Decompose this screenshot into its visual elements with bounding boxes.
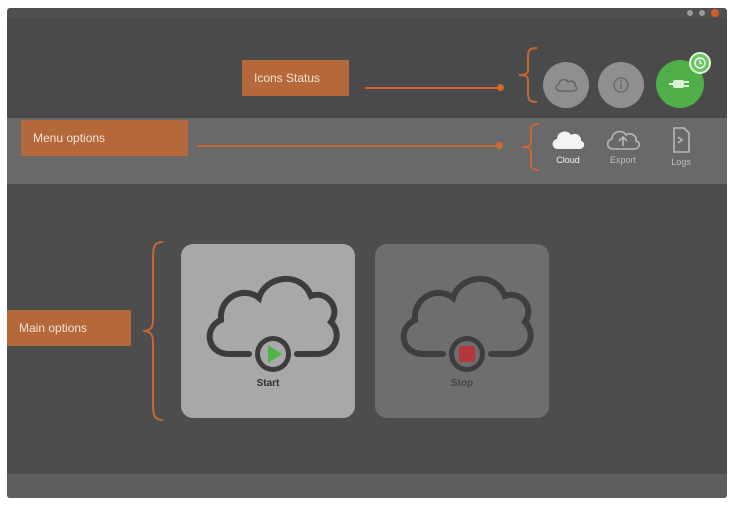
plug-icon — [669, 80, 689, 88]
callout-arrow — [197, 145, 499, 147]
menu-item-logs[interactable]: Logs — [661, 126, 701, 182]
callout-arrow-head — [496, 142, 503, 149]
cloud-status-icon — [555, 78, 578, 92]
stop-label: Stop — [450, 378, 474, 389]
cloud-upload-icon — [606, 130, 640, 150]
start-button[interactable]: Start — [181, 244, 355, 418]
document-icon — [673, 127, 690, 153]
callout-menu-options: Menu options — [21, 120, 188, 156]
callout-main-options: Main options — [7, 310, 131, 346]
clock-icon — [694, 57, 706, 69]
footer-bar — [7, 474, 727, 498]
menu-item-label: Export — [609, 155, 636, 165]
menu-item-export[interactable]: Export — [603, 126, 643, 182]
info-status-icon — [613, 77, 629, 93]
main-area: Main options Start Stop — [7, 184, 727, 474]
menu-brace — [521, 123, 540, 171]
maximize-button[interactable] — [699, 10, 705, 16]
cloud-start-icon — [206, 276, 340, 372]
title-bar — [7, 8, 727, 18]
start-label: Start — [256, 378, 280, 389]
callout-menu-options-label: Menu options — [33, 131, 106, 145]
callout-arrow-head — [497, 84, 504, 91]
callout-icons-status-label: Icons Status — [254, 71, 321, 85]
cloud-stop-icon — [400, 276, 534, 372]
app-window: Icons Status Menu options Cloud Export L… — [7, 8, 727, 498]
minimize-button[interactable] — [687, 10, 693, 16]
menu-bar: Menu options Cloud Export Logs — [7, 118, 727, 184]
stop-button[interactable]: Stop — [375, 244, 549, 418]
callout-icons-status: Icons Status — [242, 60, 349, 96]
menu-item-label: Cloud — [556, 155, 580, 165]
notification-badge — [689, 52, 711, 74]
close-button[interactable] — [711, 9, 719, 17]
callout-arrow — [365, 87, 500, 89]
cloud-icon — [552, 131, 585, 149]
menu-item-label: Logs — [671, 157, 691, 167]
info-status-indicator[interactable] — [598, 62, 644, 108]
status-bar: Icons Status — [7, 18, 727, 118]
status-brace — [518, 47, 538, 103]
main-brace — [142, 241, 164, 421]
callout-main-options-label: Main options — [19, 321, 88, 335]
menu-item-cloud[interactable]: Cloud — [548, 126, 588, 182]
cloud-status-indicator[interactable] — [543, 62, 589, 108]
